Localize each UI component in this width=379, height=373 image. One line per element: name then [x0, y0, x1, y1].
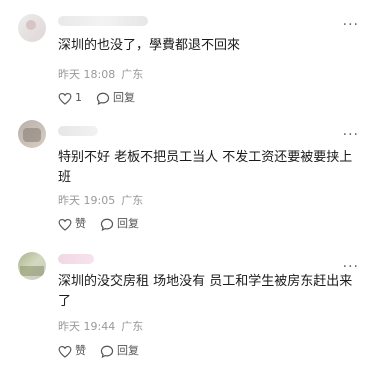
- like-label: 赞: [75, 217, 86, 230]
- more-options-icon[interactable]: ···: [343, 128, 359, 142]
- like-button[interactable]: 赞: [58, 343, 86, 359]
- comment-meta: 昨天 19:05 广东: [58, 194, 143, 208]
- comment-text: 特别不好 老板不把员工当人 不发工资还要被要挟上班: [58, 150, 353, 185]
- reply-button[interactable]: 回复: [100, 216, 139, 232]
- like-button[interactable]: 赞: [58, 216, 86, 232]
- heart-icon: [58, 92, 72, 105]
- comment-item: ··· 深圳的也没了，學費都退不回來 昨天 18:08 广东 1 回复: [0, 0, 379, 118]
- comment-location: 广东: [121, 320, 144, 333]
- reply-label: 回复: [117, 217, 139, 230]
- comment-meta: 昨天 19:44 广东: [58, 320, 143, 334]
- comment-text: 深圳的也没了，學費都退不回來: [58, 38, 241, 53]
- username[interactable]: [58, 254, 94, 264]
- heart-icon: [58, 218, 72, 231]
- comment-actions: 赞 回复: [58, 216, 153, 232]
- reply-button[interactable]: 回复: [96, 90, 135, 106]
- comment-item: ··· 特别不好 老板不把员工当人 不发工资还要被要挟上班 昨天 19:05 广东…: [0, 118, 379, 242]
- username[interactable]: [58, 126, 98, 136]
- comment-time: 昨天 18:08: [58, 68, 116, 81]
- avatar[interactable]: [18, 120, 46, 148]
- comment-item: ··· 深圳的没交房租 场地没有 员工和学生被房东赶出来了 昨天 19:44 广东…: [0, 242, 379, 373]
- reply-label: 回复: [117, 344, 139, 357]
- avatar[interactable]: [18, 252, 46, 280]
- more-options-icon[interactable]: ···: [343, 260, 359, 274]
- reply-button[interactable]: 回复: [100, 343, 139, 359]
- more-options-icon[interactable]: ···: [343, 18, 359, 32]
- comment-actions: 赞 回复: [58, 343, 153, 359]
- reply-label: 回复: [113, 91, 135, 104]
- avatar[interactable]: [18, 14, 46, 42]
- comment-text: 深圳的没交房租 场地没有 员工和学生被房东赶出来了: [58, 274, 353, 309]
- comment-bubble-icon: [96, 92, 110, 105]
- heart-icon: [58, 345, 72, 358]
- comment-time: 昨天 19:05: [58, 194, 116, 207]
- comment-time: 昨天 19:44: [58, 320, 116, 333]
- like-button[interactable]: 1: [58, 90, 82, 106]
- comment-actions: 1 回复: [58, 90, 149, 106]
- comment-location: 广东: [121, 194, 144, 207]
- username[interactable]: [58, 16, 148, 26]
- like-label: 1: [75, 91, 82, 104]
- comment-location: 广东: [121, 68, 144, 81]
- like-label: 赞: [75, 344, 86, 357]
- comment-bubble-icon: [100, 345, 114, 358]
- comment-meta: 昨天 18:08 广东: [58, 68, 143, 82]
- comment-bubble-icon: [100, 218, 114, 231]
